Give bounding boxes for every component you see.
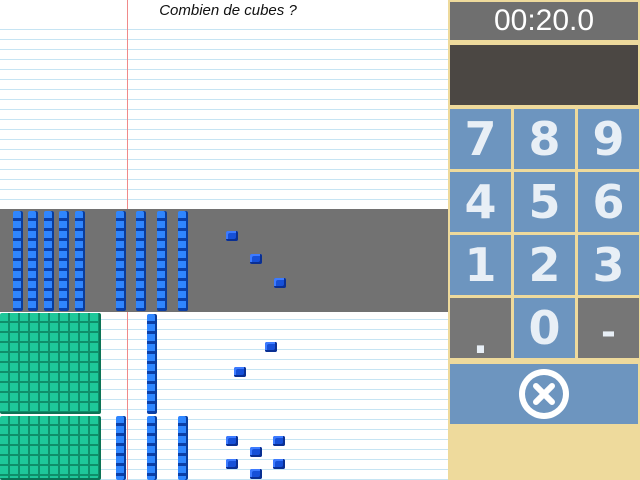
key-label: 6 <box>592 175 625 229</box>
clear-button[interactable] <box>450 364 638 424</box>
unit-cubes <box>0 0 448 480</box>
notebook-workspace: Combien de cubes ? <box>0 0 448 480</box>
answer-display <box>450 45 638 105</box>
key-1[interactable]: 1 <box>450 235 511 295</box>
timer: 00:20.0 <box>450 2 638 40</box>
key-label: . <box>472 317 489 363</box>
key-minus[interactable]: - <box>578 298 639 358</box>
key-label: 8 <box>528 112 561 166</box>
key-3[interactable]: 3 <box>578 235 639 295</box>
unit-cube[interactable] <box>234 367 246 377</box>
key-5[interactable]: 5 <box>514 172 575 232</box>
unit-cube[interactable] <box>226 459 238 469</box>
key-label: 3 <box>592 238 625 292</box>
unit-cube[interactable] <box>226 436 238 446</box>
unit-cube[interactable] <box>226 231 238 241</box>
key-2[interactable]: 2 <box>514 235 575 295</box>
unit-cube[interactable] <box>250 254 262 264</box>
keypad: 7 8 9 4 5 6 1 2 3 . 0 - <box>450 109 639 363</box>
key-label: 9 <box>592 112 625 166</box>
key-label: 5 <box>528 175 561 229</box>
key-label: 4 <box>464 175 497 229</box>
answer-panel: 00:20.0 7 8 9 4 5 6 1 2 3 . 0 - <box>448 0 640 480</box>
unit-cube[interactable] <box>274 278 286 288</box>
key-label: 7 <box>464 112 497 166</box>
unit-cube[interactable] <box>250 469 262 479</box>
unit-cube[interactable] <box>250 447 262 457</box>
key-7[interactable]: 7 <box>450 109 511 169</box>
key-0[interactable]: 0 <box>514 298 575 358</box>
key-4[interactable]: 4 <box>450 172 511 232</box>
key-label: 2 <box>528 238 561 292</box>
key-label: - <box>601 311 616 353</box>
key-8[interactable]: 8 <box>514 109 575 169</box>
unit-cube[interactable] <box>273 436 285 446</box>
key-label: 1 <box>464 238 497 292</box>
unit-cube[interactable] <box>273 459 285 469</box>
key-9[interactable]: 9 <box>578 109 639 169</box>
circle-x-icon <box>519 369 569 419</box>
unit-cube[interactable] <box>265 342 277 352</box>
key-decimal-point[interactable]: . <box>450 298 511 363</box>
key-label: 0 <box>528 301 561 355</box>
key-6[interactable]: 6 <box>578 172 639 232</box>
